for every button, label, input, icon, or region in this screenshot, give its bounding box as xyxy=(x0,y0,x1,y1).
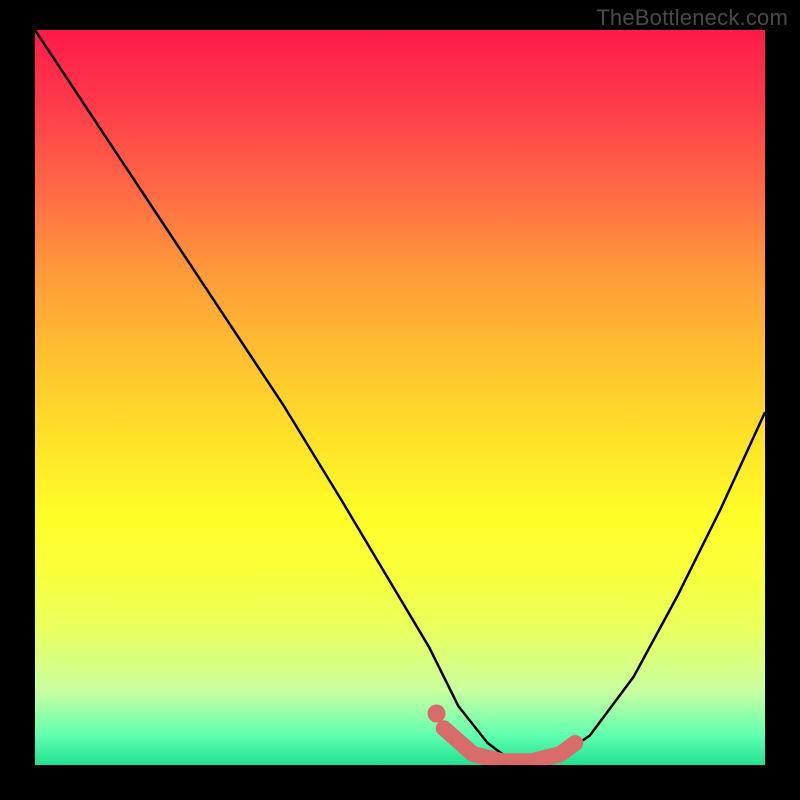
chart-frame: TheBottleneck.com xyxy=(0,0,800,800)
watermark-text: TheBottleneck.com xyxy=(596,5,788,31)
highlight-curve xyxy=(444,728,575,761)
highlight-dot xyxy=(428,705,446,723)
plot-area xyxy=(35,30,765,765)
main-curve xyxy=(35,30,765,765)
chart-svg xyxy=(35,30,765,765)
